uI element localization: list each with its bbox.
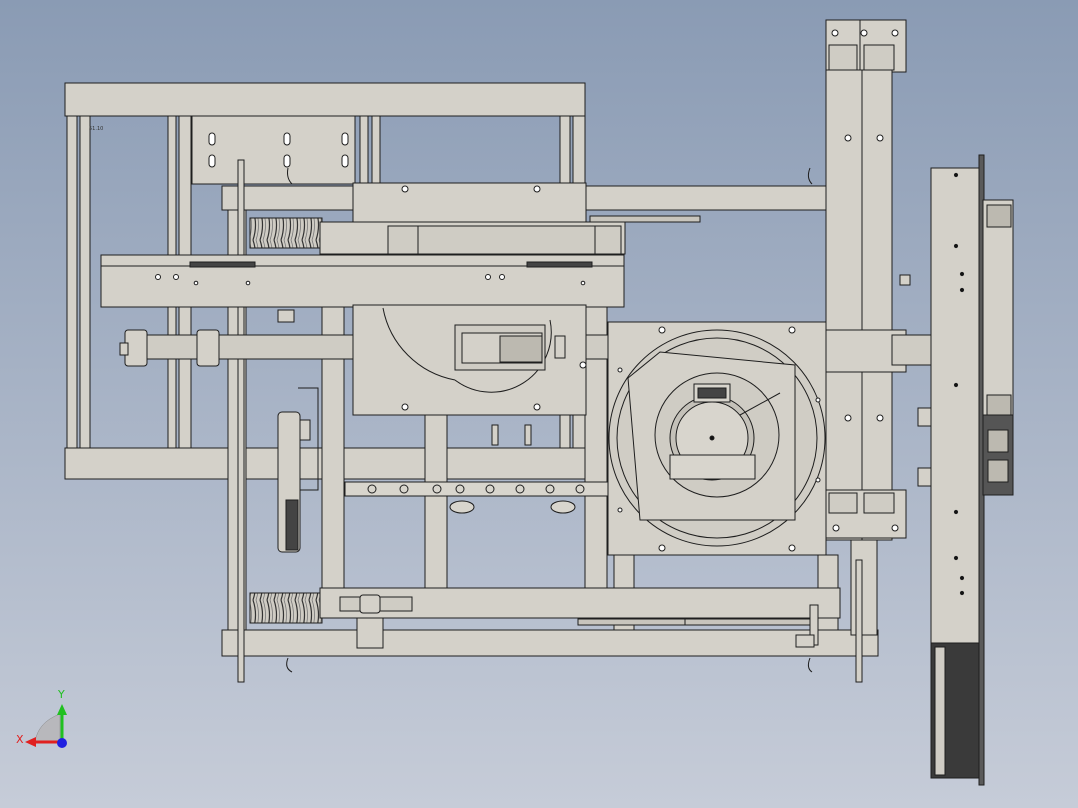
orientation-triad <box>25 704 67 748</box>
lower-spring <box>249 592 323 624</box>
y-axis-label: Y <box>58 688 65 701</box>
right-vertical-column <box>825 19 933 541</box>
drive-chain <box>344 481 611 514</box>
x-axis-label: X <box>16 733 24 746</box>
slotted-mount-plate <box>191 115 356 185</box>
main-cross-beam <box>100 254 625 308</box>
assembly-drawing[interactable] <box>0 0 1078 808</box>
cad-viewport[interactable]: 51.10 X Y <box>0 0 1078 808</box>
drawing-annotation: 51.10 <box>89 126 104 132</box>
rotary-table <box>607 321 827 556</box>
upper-spring <box>249 217 323 249</box>
z-axis-dot <box>57 738 67 748</box>
top-slider-block <box>319 182 626 255</box>
far-right-linear-rail <box>930 154 1014 786</box>
